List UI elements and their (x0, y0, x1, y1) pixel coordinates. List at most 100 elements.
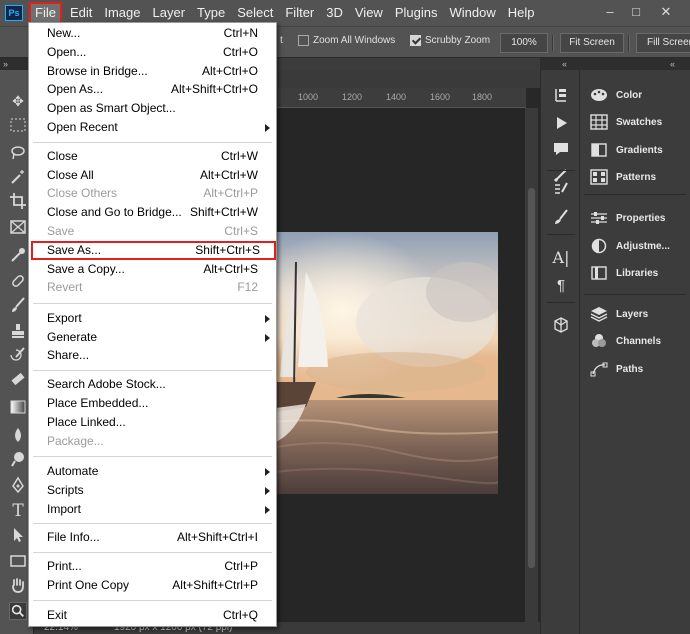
menu-item-automate[interactable]: Automate (29, 462, 276, 481)
menu-help[interactable]: Help (502, 2, 541, 24)
3d-panel-icon[interactable] (552, 316, 570, 334)
menu-select[interactable]: Select (231, 2, 279, 24)
color-panel-tab[interactable]: Color (590, 85, 690, 105)
maximize-button[interactable]: □ (626, 3, 646, 21)
brush-settings-icon[interactable] (552, 180, 570, 198)
menu-filter[interactable]: Filter (279, 2, 320, 24)
clone-stamp-tool-icon[interactable] (9, 322, 27, 340)
frame-tool-icon[interactable] (9, 218, 27, 236)
zoom-all-windows-checkbox[interactable] (298, 35, 309, 46)
eraser-tool-icon[interactable] (9, 370, 27, 388)
gradient-tool-icon[interactable] (9, 398, 27, 416)
menu-item-share[interactable]: Share... (29, 346, 276, 365)
marquee-tool-icon[interactable] (9, 116, 27, 134)
menu-item-open[interactable]: Open... Ctrl+O (29, 43, 276, 62)
menu-item-browse-in-bridge[interactable]: Browse in Bridge... Alt+Ctrl+O (29, 62, 276, 81)
menu-item-generate[interactable]: Generate (29, 328, 276, 347)
character-panel-icon[interactable]: A| (552, 248, 570, 267)
ruler-tick: 1800 (472, 92, 493, 102)
properties-panel-tab[interactable]: Properties (590, 208, 690, 228)
layers-panel-tab[interactable]: Layers (590, 304, 690, 324)
menu-plugins[interactable]: Plugins (389, 2, 444, 24)
menu-item-save-as[interactable]: Save As... Shift+Ctrl+S (31, 241, 276, 260)
fit-screen-button[interactable]: Fit Screen (560, 33, 624, 53)
zoom-tool-icon[interactable] (9, 602, 27, 620)
panel-collapse-strip[interactable]: « (580, 58, 690, 70)
menu-item-export[interactable]: Export (29, 309, 276, 328)
menu-file[interactable]: File (29, 2, 62, 24)
actions-panel-icon[interactable] (552, 114, 570, 132)
menu-view[interactable]: View (349, 2, 389, 24)
swatches-panel-tab[interactable]: Swatches (590, 112, 690, 132)
lasso-tool-icon[interactable] (9, 144, 27, 162)
crop-tool-icon[interactable] (9, 192, 27, 210)
channels-panel-tab[interactable]: Channels (590, 331, 690, 351)
fill-screen-button[interactable]: Fill Screen (636, 33, 690, 53)
panel-collapse-strip[interactable]: « (540, 58, 580, 70)
menu-layer[interactable]: Layer (147, 2, 192, 24)
menu-window[interactable]: Window (443, 2, 501, 24)
patterns-panel-tab[interactable]: Patterns (590, 167, 690, 187)
menu-3d[interactable]: 3D (320, 2, 349, 24)
menu-item-exit[interactable]: Exit Ctrl+Q (29, 606, 276, 625)
menu-item-import[interactable]: Import (29, 500, 276, 519)
hand-tool-icon[interactable] (9, 576, 27, 594)
scrubby-zoom-checkbox[interactable] (410, 35, 421, 46)
gradients-panel-tab[interactable]: Gradients (590, 140, 690, 160)
healing-brush-tool-icon[interactable] (9, 272, 27, 290)
menu-item-close-all[interactable]: Close All Alt+Ctrl+W (29, 166, 276, 185)
eyedropper-tool-icon[interactable] (9, 246, 27, 264)
magic-wand-tool-icon[interactable] (9, 168, 27, 186)
menu-item-close[interactable]: Close Ctrl+W (29, 147, 276, 166)
menu-item-search-adobe-stock[interactable]: Search Adobe Stock... (29, 375, 276, 394)
zoom-all-windows-option[interactable]: Zoom All Windows (298, 35, 395, 46)
pen-tool-icon[interactable] (9, 476, 27, 494)
menu-item-close-and-go-to-bridge[interactable]: Close and Go to Bridge... Shift+Ctrl+W (29, 203, 276, 222)
menu-item-open-as[interactable]: Open As... Alt+Shift+Ctrl+O (29, 80, 276, 99)
submenu-arrow-icon (265, 487, 270, 495)
zoom-percent-button[interactable]: 100% (500, 33, 548, 53)
menu-item-open-recent[interactable]: Open Recent (29, 118, 276, 137)
minimize-button[interactable]: – (600, 3, 620, 21)
menu-item-new[interactable]: New... Ctrl+N (29, 24, 276, 43)
menu-item-open-as-smart-object[interactable]: Open as Smart Object... (29, 99, 276, 118)
paths-panel-tab[interactable]: Paths (590, 359, 690, 379)
history-brush-tool-icon[interactable] (9, 346, 27, 364)
document-tab[interactable] (270, 70, 540, 88)
adjustments-panel-tab[interactable]: Adjustme... (590, 236, 690, 256)
palette-icon (590, 87, 608, 103)
menu-item-place-linked[interactable]: Place Linked... (29, 413, 276, 432)
menu-item-file-info[interactable]: File Info... Alt+Shift+Ctrl+I (29, 528, 276, 547)
menu-item-place-embedded[interactable]: Place Embedded... (29, 394, 276, 413)
menu-image[interactable]: Image (98, 2, 146, 24)
type-tool-icon[interactable]: T (9, 501, 27, 521)
paragraph-panel-icon[interactable]: ¶ (552, 276, 570, 294)
move-tool-icon[interactable]: ✥ (9, 92, 27, 110)
layers-icon (590, 306, 608, 322)
menu-type[interactable]: Type (191, 2, 231, 24)
brushes-panel-icon[interactable] (552, 208, 570, 226)
menu-item-print[interactable]: Print... Ctrl+P (29, 557, 276, 576)
rectangle-tool-icon[interactable] (9, 552, 27, 570)
brush-tool-icon[interactable] (9, 296, 27, 314)
comments-panel-icon[interactable] (552, 140, 570, 158)
blur-tool-icon[interactable] (9, 426, 27, 444)
history-panel-icon[interactable] (552, 86, 570, 104)
menu-item-save-a-copy[interactable]: Save a Copy... Alt+Ctrl+S (29, 260, 276, 279)
collapse-icon: « (670, 59, 676, 69)
scrollbar-thumb[interactable] (528, 188, 535, 568)
grid-icon (590, 114, 608, 130)
canvas-image[interactable] (276, 232, 498, 494)
close-window-button[interactable]: ✕ (656, 3, 676, 21)
vertical-scrollbar[interactable] (525, 108, 538, 622)
menu-item-scripts[interactable]: Scripts (29, 481, 276, 500)
dodge-tool-icon[interactable] (9, 450, 27, 468)
libraries-panel-tab[interactable]: Libraries (590, 263, 690, 283)
path-selection-tool-icon[interactable] (9, 526, 27, 544)
pattern-icon (590, 169, 608, 185)
menu-separator (33, 600, 272, 601)
menu-edit[interactable]: Edit (64, 2, 98, 24)
menu-item-print-one-copy[interactable]: Print One Copy Alt+Shift+Ctrl+P (29, 576, 276, 595)
scrubby-zoom-option[interactable]: Scrubby Zoom (410, 35, 490, 46)
libraries-icon (590, 265, 608, 281)
